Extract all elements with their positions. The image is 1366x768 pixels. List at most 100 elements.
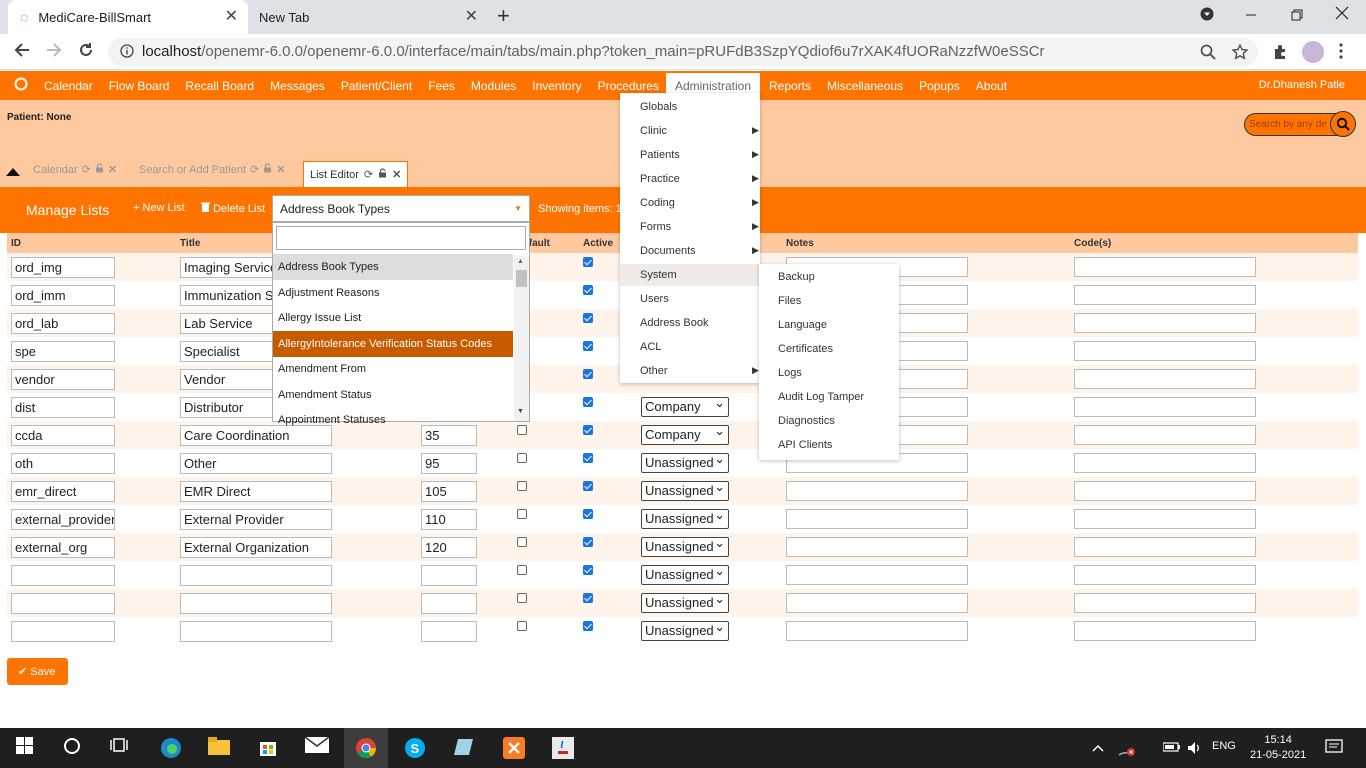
id-input[interactable]	[11, 593, 115, 614]
app-logo-icon[interactable]	[14, 77, 28, 94]
admin-menu-item[interactable]: Clinic ▶	[640, 125, 759, 137]
default-checkbox[interactable]	[517, 621, 527, 631]
id-input[interactable]: emr_direct	[11, 481, 115, 502]
scroll-up-icon[interactable]: ▲	[517, 258, 524, 265]
lock-icon[interactable]	[378, 168, 387, 181]
tray-chevron-up-icon[interactable]	[1092, 741, 1104, 755]
default-checkbox[interactable]	[517, 565, 527, 575]
active-checkbox[interactable]	[583, 285, 593, 295]
list-option[interactable]: Appointment Statuses	[273, 407, 513, 433]
list-option[interactable]: Amendment Status	[273, 382, 513, 408]
id-input[interactable]: vendor	[11, 369, 115, 390]
notes-input[interactable]	[786, 593, 968, 613]
user-menu[interactable]: Dr.Dhanesh Patle	[1259, 79, 1345, 91]
id-input[interactable]: dist	[11, 397, 115, 418]
close-icon[interactable]: ✕	[108, 163, 117, 176]
menu-reports[interactable]: Reports	[769, 79, 811, 93]
id-input[interactable]: external_provider	[11, 509, 115, 530]
active-checkbox[interactable]	[583, 397, 593, 407]
lock-icon[interactable]	[263, 163, 272, 176]
back-icon[interactable]	[14, 42, 30, 61]
active-checkbox[interactable]	[583, 621, 593, 631]
order-input[interactable]: 105	[421, 481, 477, 502]
restore-icon[interactable]	[1291, 8, 1303, 25]
system-submenu-item[interactable]: Backup	[778, 271, 815, 283]
system-submenu-item[interactable]: Audit Log Tamper	[778, 391, 864, 403]
browser-menu-icon[interactable]	[1339, 43, 1343, 64]
browser-tab-new[interactable]: New Tab ✕	[248, 0, 488, 34]
title-input[interactable]: External Organization	[180, 537, 332, 558]
windows-start-icon[interactable]	[12, 737, 36, 759]
browser-tab-medicare[interactable]: ◌ MediCare-BillSmart ✕	[8, 0, 248, 34]
id-input[interactable]	[11, 565, 115, 586]
task-view-icon[interactable]	[107, 737, 131, 759]
active-checkbox[interactable]	[583, 313, 593, 323]
forward-icon[interactable]	[46, 42, 62, 61]
type-select[interactable]: Company	[641, 423, 729, 445]
list-dropdown-search-input[interactable]	[276, 226, 526, 250]
title-input[interactable]: EMR Direct	[180, 481, 332, 502]
codes-input[interactable]	[1074, 537, 1256, 557]
notes-input[interactable]	[786, 509, 968, 529]
type-select[interactable]: Unassigned	[641, 479, 729, 501]
menu-about[interactable]: About	[976, 79, 1007, 93]
network-icon[interactable]	[1117, 741, 1137, 760]
admin-menu-item[interactable]: Users	[640, 293, 669, 305]
new-list-button[interactable]: + New List	[133, 202, 185, 214]
title-input[interactable]	[180, 565, 332, 586]
menu-flow-board[interactable]: Flow Board	[109, 79, 170, 93]
codes-input[interactable]	[1074, 369, 1256, 389]
clock[interactable]: 15:14 21-05-2021	[1250, 733, 1306, 763]
menu-miscellaneous[interactable]: Miscellaneous	[827, 79, 903, 93]
tab-list-editor[interactable]: List Editor ⟳ ✕	[303, 161, 409, 187]
menu-procedures[interactable]: Procedures	[598, 79, 659, 93]
codes-input[interactable]	[1074, 565, 1256, 585]
admin-menu-item[interactable]: Globals	[640, 101, 677, 113]
store-icon[interactable]	[256, 737, 280, 759]
title-input[interactable]	[180, 621, 332, 642]
edge-icon[interactable]	[159, 737, 183, 759]
collapse-up-icon[interactable]	[6, 164, 20, 182]
active-checkbox[interactable]	[583, 481, 593, 491]
active-checkbox[interactable]	[583, 369, 593, 379]
close-icon[interactable]: ✕	[276, 163, 285, 176]
url-field[interactable]: localhost/openemr-6.0.0/openemr-6.0.0/in…	[108, 38, 1258, 66]
active-checkbox[interactable]	[583, 509, 593, 519]
java-icon[interactable]	[551, 737, 575, 759]
new-tab-icon[interactable]: +	[497, 5, 510, 27]
list-option[interactable]: Amendment From	[273, 356, 513, 382]
default-checkbox[interactable]	[517, 425, 527, 435]
type-select[interactable]: Unassigned	[641, 591, 729, 613]
lock-icon[interactable]	[95, 163, 104, 176]
order-input[interactable]: 120	[421, 537, 477, 558]
codes-input[interactable]	[1074, 313, 1256, 333]
codes-input[interactable]	[1074, 593, 1256, 613]
close-tab-icon[interactable]: ✕	[225, 9, 238, 25]
admin-menu-item[interactable]: System	[640, 269, 677, 281]
tab-search-add-patient[interactable]: Search or Add Patient ⟳ ✕	[139, 163, 285, 176]
codes-input[interactable]	[1074, 341, 1256, 361]
chrome-icon[interactable]	[354, 737, 378, 759]
list-option[interactable]: AllergyIntolerance Verification Status C…	[273, 330, 513, 357]
site-info-icon[interactable]	[120, 44, 134, 62]
search-button[interactable]	[1330, 111, 1356, 137]
system-submenu-item[interactable]: Logs	[778, 367, 802, 379]
menu-patient-client[interactable]: Patient/Client	[341, 79, 412, 93]
type-select[interactable]: Unassigned	[641, 563, 729, 585]
default-checkbox[interactable]	[517, 453, 527, 463]
active-checkbox[interactable]	[583, 341, 593, 351]
refresh-icon[interactable]: ⟳	[82, 163, 91, 176]
notes-input[interactable]	[786, 481, 968, 501]
admin-menu-item[interactable]: Patients ▶	[640, 149, 759, 161]
menu-modules[interactable]: Modules	[471, 79, 516, 93]
type-select[interactable]: Unassigned	[641, 619, 729, 641]
id-input[interactable]: ord_lab	[11, 313, 115, 334]
file-explorer-icon[interactable]	[207, 737, 231, 759]
admin-menu-item[interactable]: Documents ▶	[640, 245, 759, 257]
refresh-icon[interactable]: ⟳	[364, 168, 373, 181]
default-checkbox[interactable]	[517, 537, 527, 547]
id-input[interactable]	[11, 621, 115, 642]
default-checkbox[interactable]	[517, 593, 527, 603]
menu-recall-board[interactable]: Recall Board	[185, 79, 254, 93]
admin-menu-item[interactable]: Practice ▶	[640, 173, 759, 185]
